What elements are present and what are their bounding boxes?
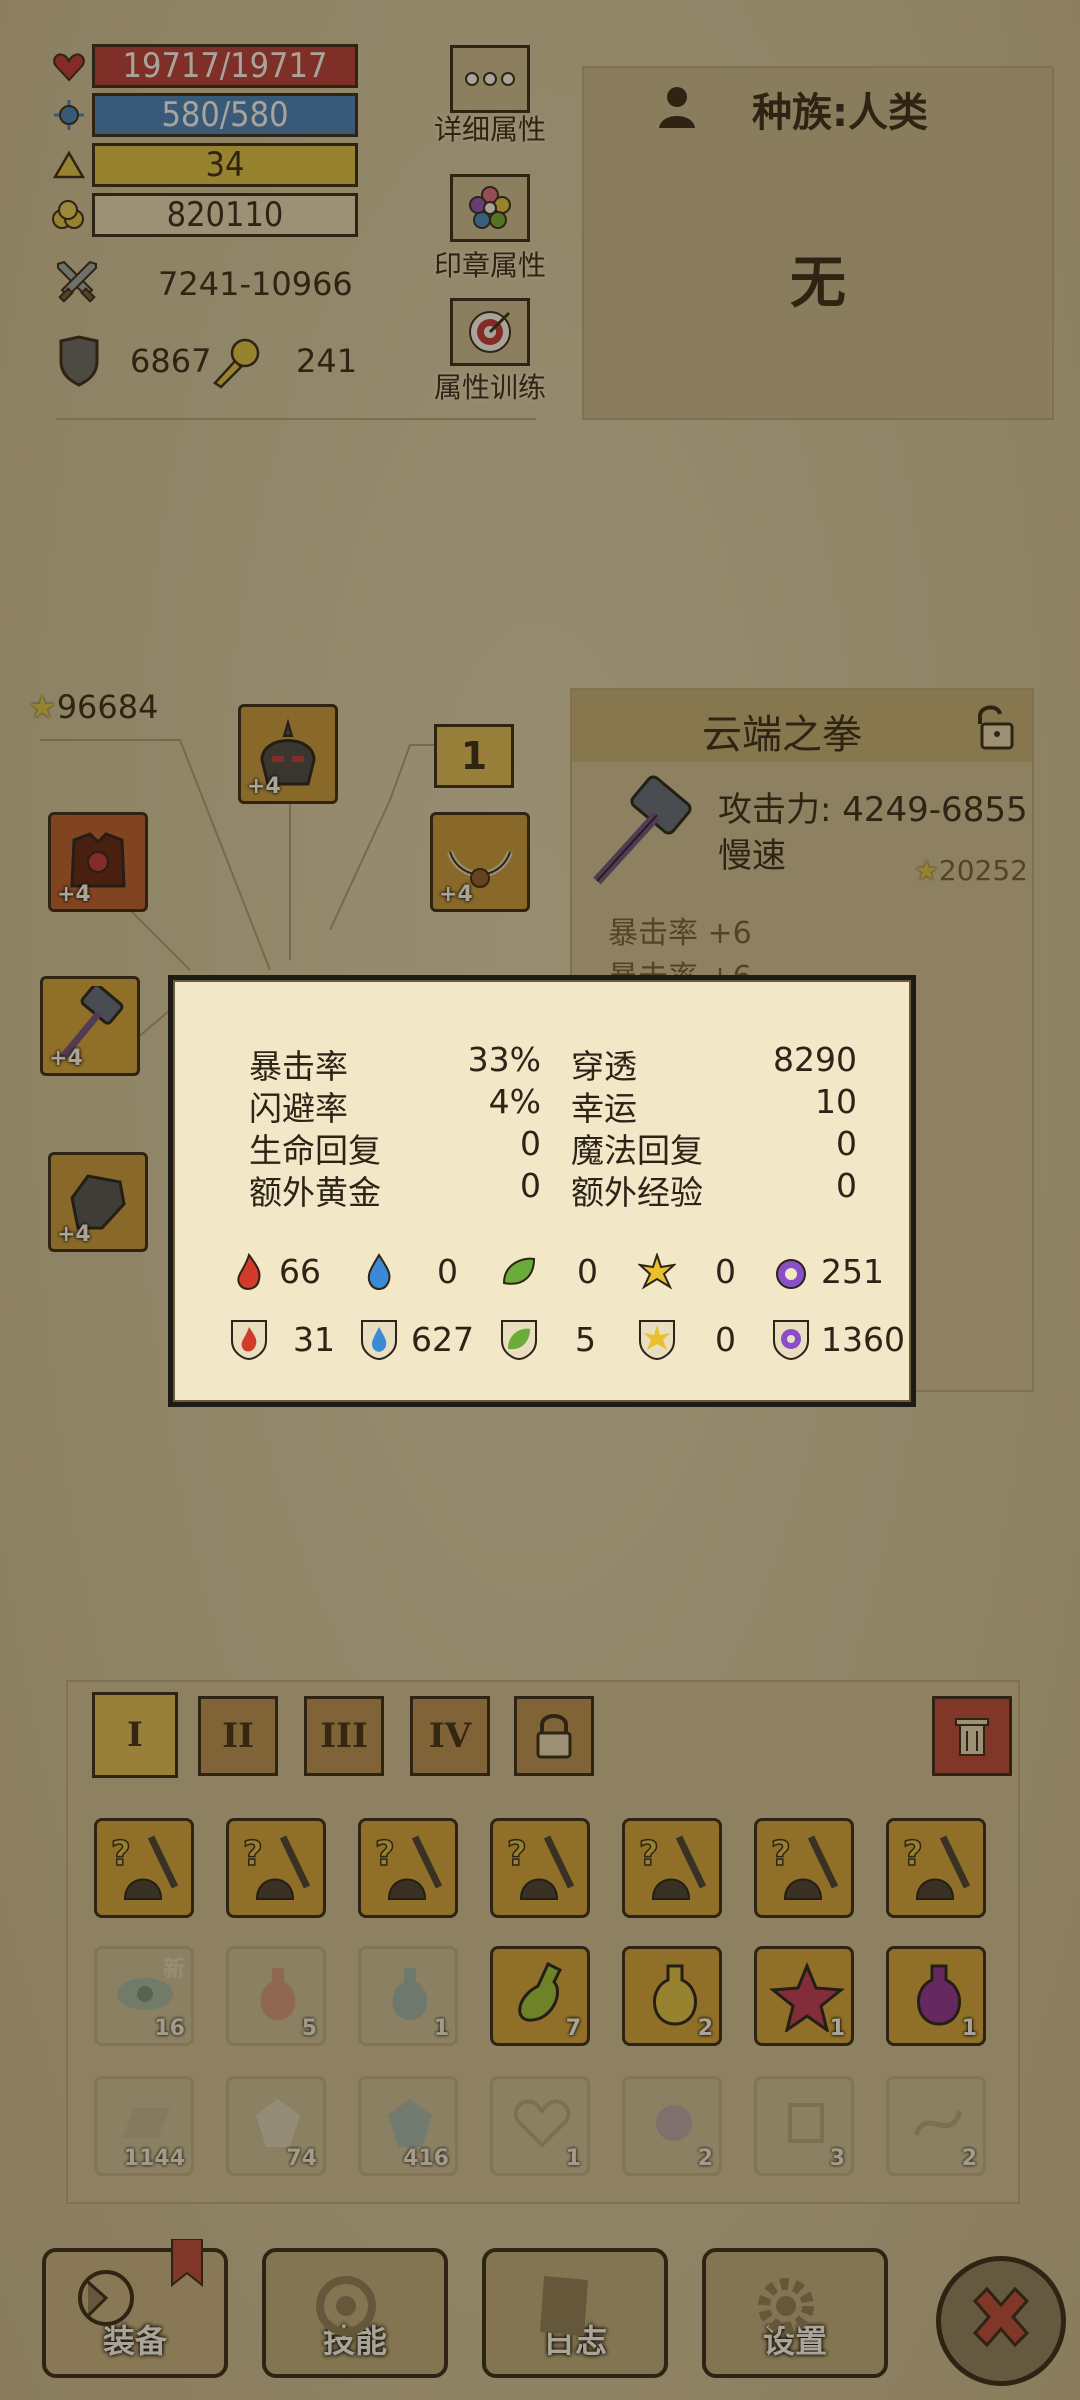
nature-resist-icon bbox=[497, 1316, 541, 1362]
stat-label: 魔法回复 bbox=[571, 1131, 703, 1170]
stat-label: 额外经验 bbox=[571, 1173, 703, 1212]
arcane-element-icon bbox=[771, 1252, 811, 1292]
attribute-tooltip: 暴击率 33% 穿透 8290 闪避率 4% 幸运 10 生命回复 0 魔法回复… bbox=[168, 975, 916, 1407]
resist-water-value: 627 bbox=[411, 1320, 474, 1359]
stat-label: 幸运 bbox=[571, 1089, 637, 1128]
stat-value: 0 bbox=[520, 1166, 541, 1205]
fire-resist-icon bbox=[227, 1316, 271, 1362]
attack-water-value: 0 bbox=[437, 1252, 458, 1291]
lightning-resist-icon bbox=[635, 1316, 679, 1362]
fire-element-icon bbox=[229, 1252, 269, 1292]
attack-lightning-value: 0 bbox=[715, 1252, 736, 1291]
stat-label: 生命回复 bbox=[249, 1131, 381, 1170]
stat-value: 33% bbox=[467, 1040, 541, 1079]
resist-lightning-value: 0 bbox=[715, 1320, 736, 1359]
resist-nature-value: 5 bbox=[575, 1320, 596, 1359]
attack-arcane-value: 251 bbox=[821, 1252, 884, 1291]
stat-label: 穿透 bbox=[571, 1047, 637, 1086]
stat-value: 8290 bbox=[773, 1040, 857, 1079]
arcane-resist-icon bbox=[769, 1316, 813, 1362]
stat-value: 10 bbox=[815, 1082, 857, 1121]
attack-nature-value: 0 bbox=[577, 1252, 598, 1291]
stat-value: 0 bbox=[836, 1124, 857, 1163]
stat-value: 4% bbox=[488, 1082, 541, 1121]
lightning-element-icon bbox=[637, 1252, 677, 1292]
resist-fire-value: 31 bbox=[293, 1320, 335, 1359]
water-element-icon bbox=[359, 1252, 399, 1292]
nature-element-icon bbox=[499, 1252, 539, 1292]
attack-fire-value: 66 bbox=[279, 1252, 321, 1291]
stat-label: 额外黄金 bbox=[249, 1173, 381, 1212]
resist-arcane-value: 1360 bbox=[821, 1320, 905, 1359]
water-resist-icon bbox=[357, 1316, 401, 1362]
stat-label: 闪避率 bbox=[249, 1089, 348, 1128]
stat-label: 暴击率 bbox=[249, 1047, 348, 1086]
stat-value: 0 bbox=[520, 1124, 541, 1163]
stat-value: 0 bbox=[836, 1166, 857, 1205]
